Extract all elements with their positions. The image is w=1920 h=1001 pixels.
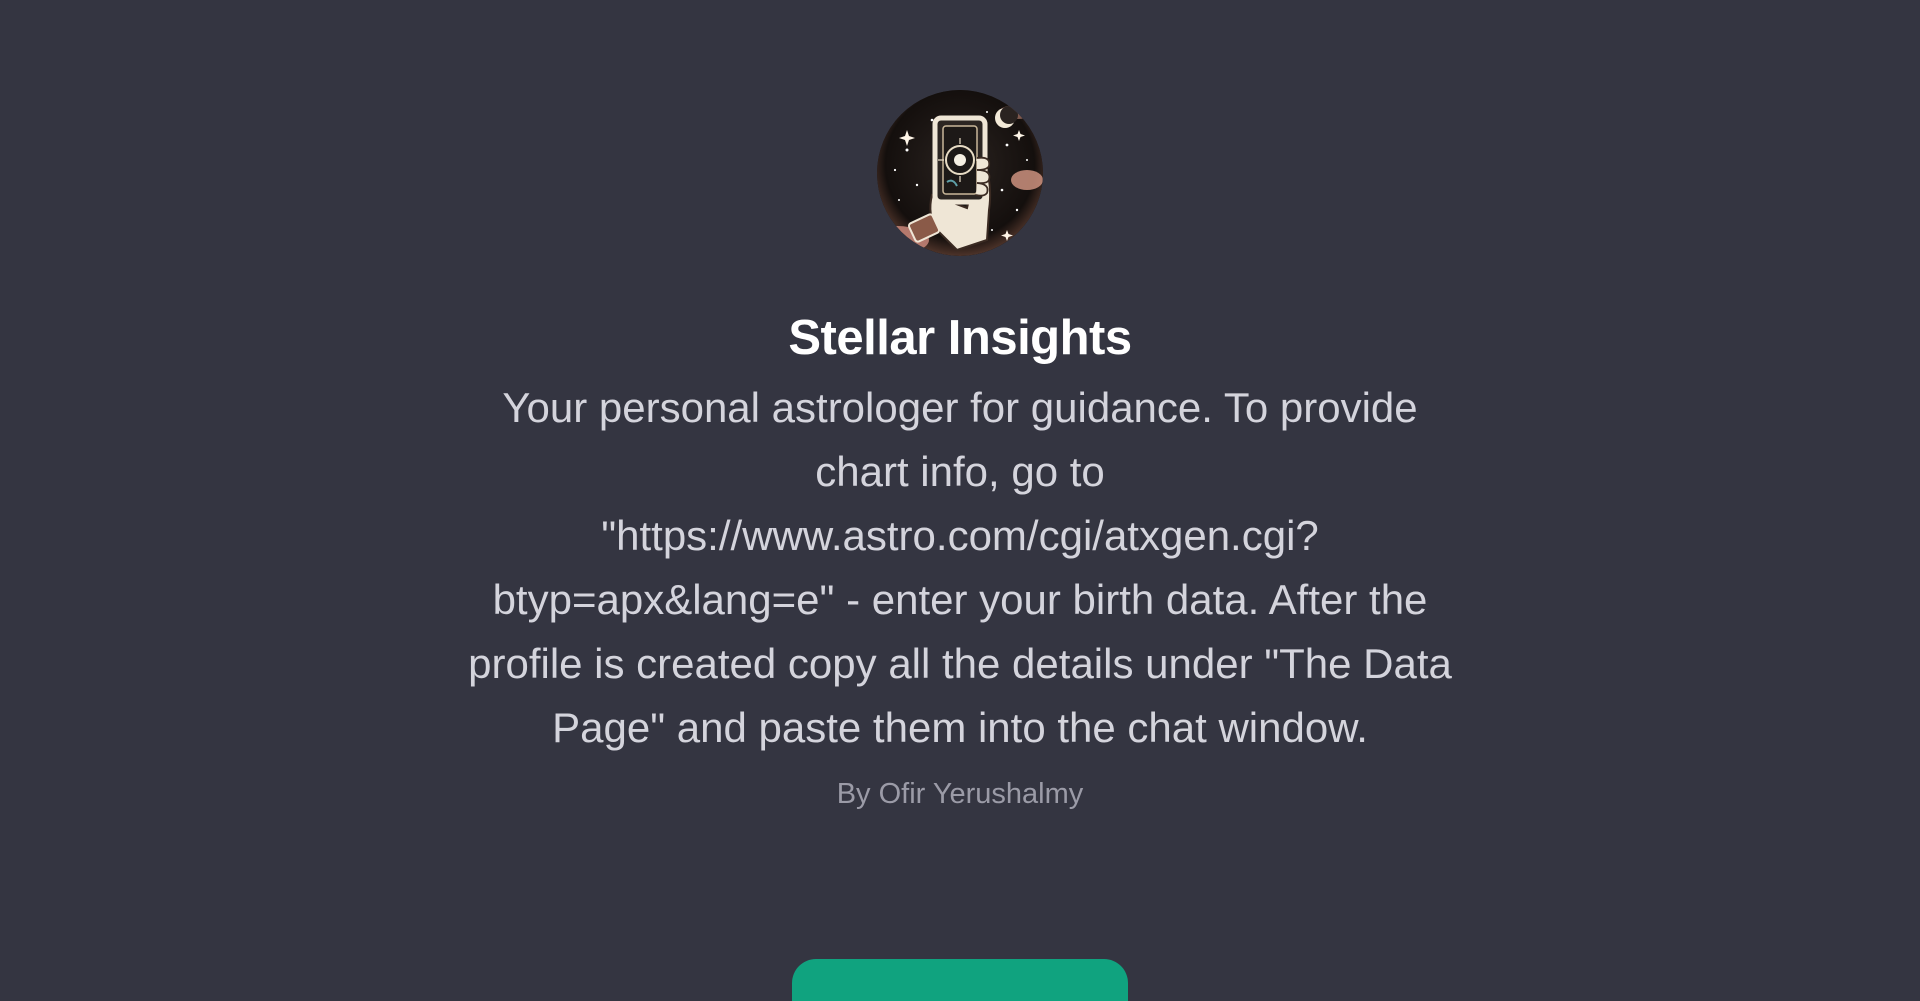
gpt-avatar bbox=[877, 90, 1043, 256]
gpt-landing-page: Stellar Insights Your personal astrologe… bbox=[0, 0, 1920, 1001]
tarot-card-hand-icon bbox=[877, 90, 1043, 256]
gpt-author: By Ofir Yerushalmy bbox=[836, 778, 1084, 810]
gpt-title: Stellar Insights bbox=[788, 311, 1132, 365]
gpt-description: Your personal astrologer for guidance. T… bbox=[468, 384, 1452, 751]
start-chat-button[interactable] bbox=[792, 959, 1128, 1001]
